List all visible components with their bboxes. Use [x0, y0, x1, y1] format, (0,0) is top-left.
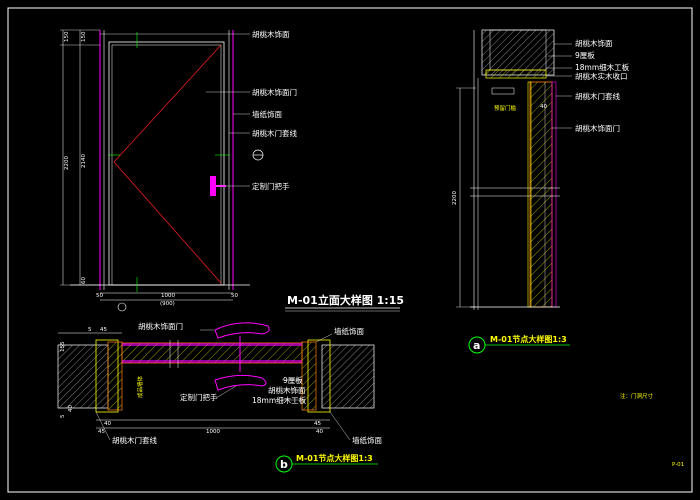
section-a-marker: a — [473, 339, 480, 352]
section-b-dim-40b: 40 — [68, 405, 74, 412]
elev-dim-w-right: 50 — [231, 293, 238, 299]
section-b-label-2: 墙纸饰面 — [334, 326, 364, 336]
elev-dim-h-total: 2200 — [64, 156, 70, 170]
section-a-dim-small: 40 — [540, 104, 547, 110]
section-a-label-1: 胡桃木饰面 — [575, 38, 613, 48]
section-a-label-4: 胡桃木实木收口 — [575, 71, 628, 81]
section-b-wall: 成品墙体 — [136, 375, 144, 398]
section-b-dim-45l: 45 — [98, 429, 105, 435]
section-a-label-3: 18mm细木工板 — [575, 62, 630, 72]
section-b-label-8: 胡桃木门套线 — [112, 435, 157, 445]
elev-label-2: 胡桃木饰面门 — [252, 87, 297, 97]
section-b-dim-1000: 1000 — [206, 429, 220, 435]
elev-label-5: 定制门把手 — [252, 181, 290, 191]
section-b-label-3: 定制门把手 — [180, 392, 218, 402]
section-b-dim-40l: 40 — [104, 421, 111, 427]
section-a-label-6: 胡桃木饰面门 — [575, 123, 620, 133]
section-b-label-1: 胡桃木饰面门 — [138, 321, 183, 331]
section-a-dim-h: 2200 — [452, 191, 458, 205]
elev-dim-w-door: 1000 — [161, 293, 175, 299]
section-b-dim-5b: 5 — [60, 414, 66, 418]
section-a-label-5: 胡桃木门套线 — [575, 91, 620, 101]
elev-dim-w-left: 50 — [96, 293, 103, 299]
section-a-view: 预留门槛 40 2200 胡桃木饰面 9厘板 18mm细木工板 胡桃木实木收口 … — [452, 29, 630, 354]
elevation-view: 150 150 2200 2140 60 50 1000 (900) 50 胡桃… — [60, 29, 404, 312]
section-a-label-2: 9厘板 — [575, 50, 595, 60]
section-b-label-5: 胡桃木饰面 — [268, 385, 306, 395]
elev-dim-h2: 150 — [81, 31, 87, 42]
cad-drawing-canvas: 150 150 2200 2140 60 50 1000 (900) 50 胡桃… — [7, 7, 693, 493]
section-b-dim-45r: 45 — [314, 421, 321, 427]
elev-dim-h-bottom: 60 — [81, 277, 87, 284]
elev-dim-h-door: 2140 — [81, 154, 87, 168]
elev-dim-h1: 150 — [64, 31, 70, 42]
section-b-label-4: 9厘板 — [283, 375, 303, 385]
section-b-dim-155: 155 — [60, 341, 66, 352]
section-a-note: 预留门槛 — [494, 104, 517, 112]
section-b-label-6: 18mm细木工板 — [252, 395, 307, 405]
section-b-title: M-01节点大样图1:3 — [296, 453, 373, 463]
elev-dim-w-total: (900) — [160, 301, 175, 307]
page-number: P-01 — [672, 462, 684, 468]
section-b-label-7: 墙纸饰面 — [352, 435, 382, 445]
section-b-dim-45: 45 — [100, 327, 107, 333]
legend-note: 注：门洞尺寸 — [620, 392, 654, 400]
elev-label-3: 墙纸饰面 — [252, 109, 282, 119]
elevation-title: M-01立面大样图 1:15 — [287, 293, 404, 307]
section-b-view: 成品墙体 40 1000 45 40 45 5 45 155 5 40 胡桃木饰… — [57, 321, 382, 473]
section-a-title: M-01节点大样图1:3 — [490, 334, 567, 344]
section-b-dim-5: 5 — [88, 327, 92, 333]
section-b-dim-40r: 40 — [316, 429, 323, 435]
elev-label-4: 胡桃木门套线 — [252, 128, 297, 138]
section-b-marker: b — [280, 458, 288, 471]
elev-label-1: 胡桃木饰面 — [252, 29, 290, 39]
